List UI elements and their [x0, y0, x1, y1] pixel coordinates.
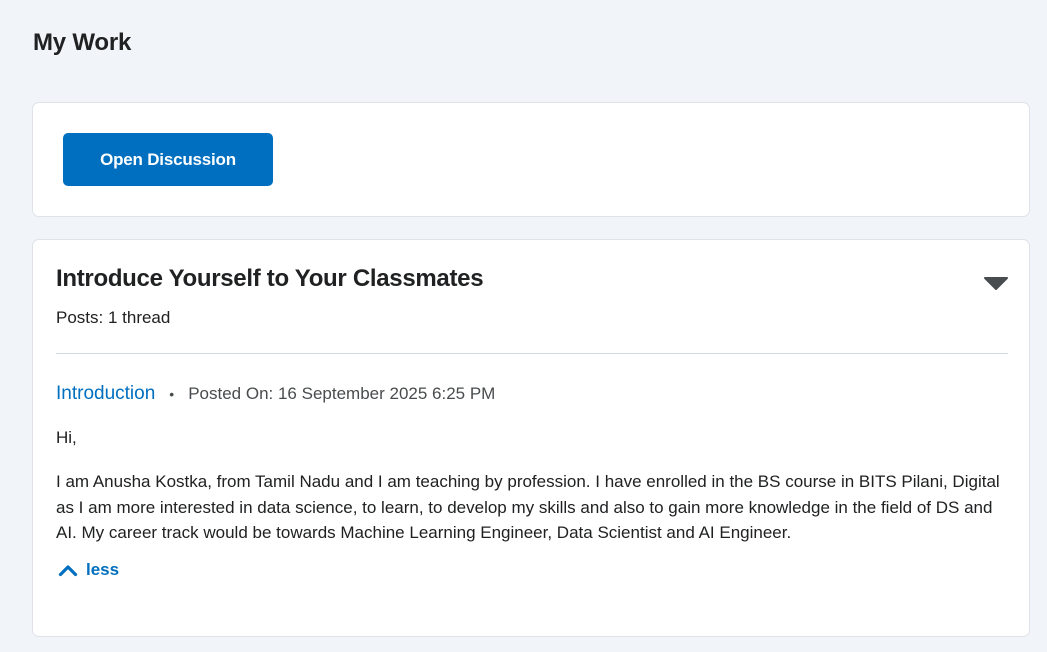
separator-bullet: • [169, 386, 175, 402]
post-title-link[interactable]: Introduction [56, 383, 155, 405]
actions-card: Open Discussion [32, 102, 1030, 217]
post-body: I am Anusha Kostka, from Tamil Nadu and … [56, 472, 1000, 542]
collapse-toggle-button[interactable] [983, 275, 1009, 291]
post-greeting: Hi, [56, 428, 77, 447]
caret-down-icon [983, 275, 1009, 291]
show-less-button[interactable]: less [58, 560, 119, 580]
post-meta: Introduction • Posted On: 16 September 2… [56, 383, 495, 405]
topic-card: Introduce Yourself to Your Classmates Po… [32, 239, 1030, 637]
open-discussion-button[interactable]: Open Discussion [63, 133, 273, 186]
show-less-label: less [86, 560, 120, 579]
topic-title: Introduce Yourself to Your Classmates [56, 265, 484, 292]
divider [56, 353, 1008, 354]
posted-on-date: Posted On: 16 September 2025 6:25 PM [188, 384, 496, 403]
posts-count: Posts: 1 thread [56, 308, 171, 327]
chevron-up-icon [58, 563, 78, 577]
page-title: My Work [33, 29, 132, 56]
